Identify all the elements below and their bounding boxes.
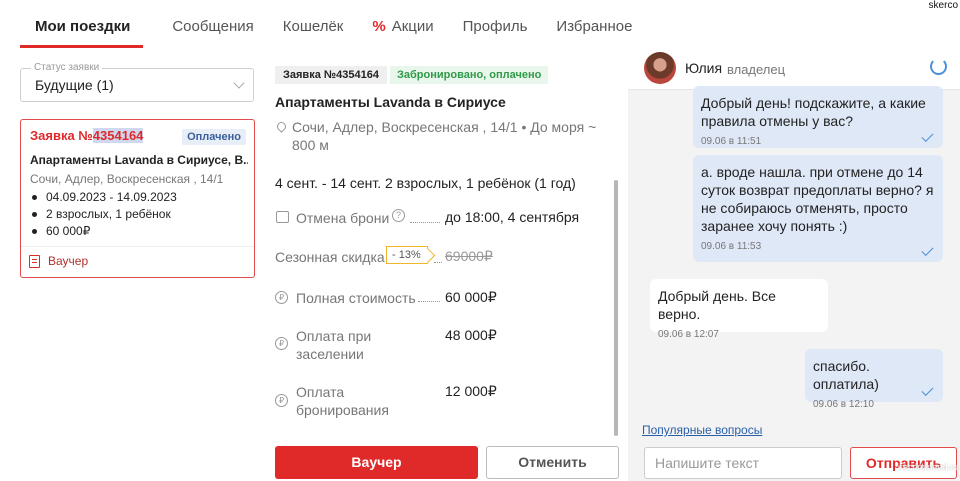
list-item: 2 взрослых, 1 ребёнок: [30, 206, 177, 223]
dotted-leader: [434, 262, 442, 263]
message-time: 09.06 в 12:07: [658, 329, 719, 340]
help-icon[interactable]: ?: [392, 209, 405, 222]
watermark: skerco: [928, 0, 958, 11]
order-card[interactable]: Заявка №4354164 Оплачено Апартаменты Lav…: [20, 119, 255, 278]
list-item: 04.09.2023 - 14.09.2023: [30, 189, 177, 206]
order-card-details: 04.09.2023 - 14.09.2023 2 взрослых, 1 ре…: [30, 189, 177, 240]
property-address-text: Сочи, Адлер, Воскресенская , 14/1 • До м…: [292, 119, 597, 153]
voucher-button[interactable]: Ваучер: [275, 446, 478, 479]
nav-tab-label: Избранное: [556, 18, 633, 35]
status-select-label: Статус заявки: [31, 62, 103, 73]
property-address: Сочи, Адлер, Воскресенская , 14/1 • До м…: [275, 118, 615, 154]
message-text: а. вроде нашла. при отмене до 14 суток в…: [701, 164, 934, 234]
status-select-value: Будущие (1): [35, 77, 114, 93]
order-number-prefix: Заявка №: [30, 128, 93, 143]
chevron-down-icon: [233, 77, 245, 89]
order-tag: Заявка №4354164: [275, 66, 387, 84]
paid-badge: Оплачено: [182, 129, 246, 145]
nav-tab-label: Акции: [391, 18, 434, 35]
faq-link[interactable]: Популярные вопросы: [642, 423, 762, 437]
discount-badge: - 13%: [386, 246, 428, 264]
dotted-leader: [410, 222, 440, 223]
list-item: 60 000₽: [30, 223, 177, 240]
ruble-icon: ₽: [275, 337, 288, 350]
nav-tab-label: Сообщения: [172, 18, 254, 35]
total-label: Полная стоимость: [296, 290, 416, 306]
calendar-cancel-icon: [276, 211, 289, 223]
order-card-number: Заявка №4354164: [30, 128, 144, 143]
nav-tab-wallet[interactable]: Кошелёк: [283, 10, 344, 48]
cancel-booking-button[interactable]: Отменить: [486, 446, 619, 479]
status-select[interactable]: Статус заявки Будущие (1): [20, 62, 254, 102]
old-price: 69000₽: [445, 248, 493, 264]
ruble-icon: ₽: [275, 291, 288, 304]
message-text: спасибо. оплатила): [813, 358, 879, 392]
voucher-link[interactable]: Ваучер: [29, 254, 88, 268]
chat-contact-role: владелец: [727, 62, 786, 77]
dates-guests: 4 сент. - 14 сент. 2 взрослых, 1 ребёнок…: [275, 175, 576, 191]
booking-payment-label: Оплата бронирования: [296, 384, 389, 418]
checkin-payment-label: Оплата при заселении: [296, 328, 372, 362]
message-text: Добрый день. Все верно.: [658, 288, 776, 322]
scrollbar[interactable]: [614, 180, 618, 436]
ruble-icon: ₽: [275, 394, 288, 407]
message-text: Добрый день! подскажите, а какие правила…: [701, 95, 926, 129]
message-outgoing: спасибо. оплатила) 09.06 в 12:10: [805, 349, 943, 410]
chat-contact-name: Юлия: [685, 60, 723, 76]
watermark: irecommend.ru: [897, 462, 958, 472]
message-incoming: Добрый день. Все верно. 09.06 в 12:07: [650, 279, 828, 340]
message-time: 09.06 в 11:53: [701, 241, 762, 252]
nav-tab-favorites[interactable]: Избранное: [556, 10, 632, 48]
order-card-title: Апартаменты Lavanda в Сириусе, В...: [30, 153, 248, 167]
voucher-link-label: Ваучер: [48, 254, 89, 268]
nav-tab-promos[interactable]: % Акции: [372, 10, 433, 48]
message-time: 09.06 в 11:51: [701, 136, 762, 147]
message-input[interactable]: Напишите текст сообщения: [644, 447, 842, 479]
top-nav: Мои поездки Сообщения Кошелёк % Акции Про…: [20, 10, 661, 48]
message-time: 09.06 в 12:10: [813, 399, 874, 410]
order-card-address: Сочи, Адлер, Воскресенская , 14/1: [30, 172, 224, 186]
document-icon: [29, 254, 40, 268]
dotted-leader: [418, 301, 440, 302]
divider: [21, 246, 254, 247]
percent-icon: %: [372, 18, 386, 35]
order-number-value: 4354164: [92, 128, 144, 143]
cancel-policy-label: Отмена брони: [296, 210, 390, 226]
booking-payment-value: 12 000₽: [445, 383, 497, 399]
cancel-policy-value: до 18:00, 4 сентября: [445, 209, 580, 225]
message-outgoing: а. вроде нашла. при отмене до 14 суток в…: [693, 155, 943, 262]
nav-tab-label: Кошелёк: [282, 18, 344, 35]
nav-tab-messages[interactable]: Сообщения: [172, 10, 253, 48]
nav-tab-my-trips[interactable]: Мои поездки: [20, 10, 144, 48]
chat-panel: Юлия владелец Добрый день! подскажите, а…: [628, 48, 960, 481]
chat-header: Юлия владелец: [628, 48, 960, 90]
status-tag: Забронировано, оплачено: [390, 66, 549, 84]
discount-label: Сезонная скидка: [275, 249, 385, 265]
nav-tab-label: Мои поездки: [35, 18, 131, 35]
refresh-icon[interactable]: [930, 58, 947, 75]
message-outgoing: Добрый день! подскажите, а какие правила…: [693, 86, 943, 148]
nav-tab-label: Профиль: [462, 18, 528, 35]
property-title: Апартаменты Lavanda в Сириусе: [275, 94, 506, 110]
avatar: [644, 52, 676, 84]
location-pin-icon: [275, 120, 288, 133]
checkin-payment-value: 48 000₽: [445, 327, 497, 343]
nav-tab-profile[interactable]: Профиль: [463, 10, 528, 48]
total-value: 60 000₽: [445, 289, 497, 305]
